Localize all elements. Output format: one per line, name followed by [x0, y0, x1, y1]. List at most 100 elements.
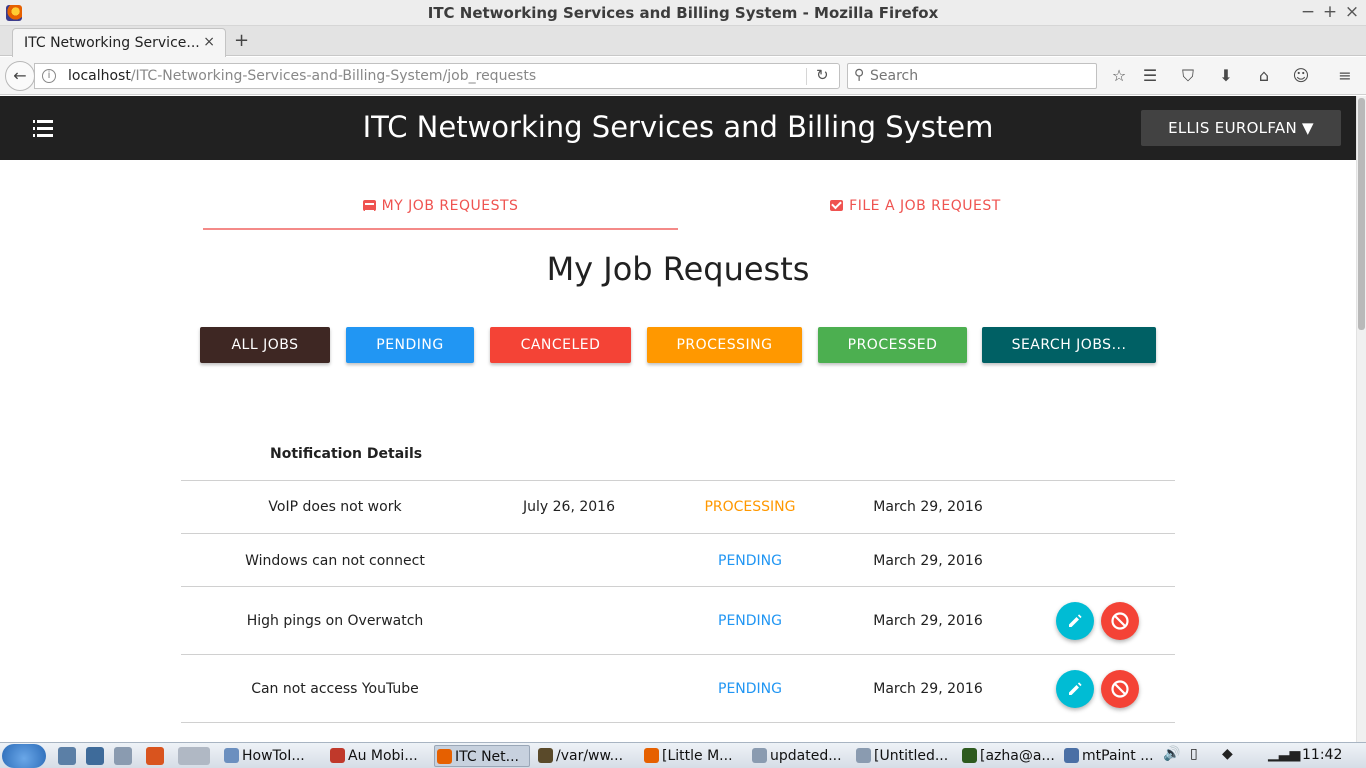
page-title: My Job Requests — [546, 250, 810, 288]
task-button[interactable]: mtPaint ... — [1062, 745, 1160, 767]
column-header-notification-details: Notification Details — [270, 446, 423, 462]
filter-processing-button[interactable]: PROCESSING — [647, 327, 802, 363]
job-status: PENDING — [718, 681, 782, 697]
window-title: ITC Networking Services and Billing Syst… — [427, 4, 939, 22]
block-icon — [1111, 612, 1129, 630]
job-date — [481, 535, 657, 586]
user-menu-button[interactable]: ELLIS EUROLFAN ▼ — [1141, 110, 1341, 146]
bookmark-star-icon[interactable]: ☆ — [1108, 65, 1130, 87]
file-manager-icon[interactable] — [58, 747, 76, 765]
pocket-icon[interactable]: ⛉ — [1177, 65, 1199, 87]
search-bar[interactable]: ⚲ — [847, 63, 1097, 89]
volume-icon[interactable]: 🔊 — [1163, 746, 1180, 762]
clock[interactable]: 11:42 — [1302, 747, 1342, 763]
job-filed-date: March 29, 2016 — [873, 681, 983, 697]
desktop-icon[interactable] — [86, 747, 104, 765]
job-title: Can not access YouTube — [251, 681, 419, 697]
pencil-icon — [1069, 614, 1082, 627]
cancel-job-button[interactable] — [1101, 670, 1139, 708]
battery-icon[interactable]: ▯ — [1190, 746, 1198, 762]
job-filed-date: March 29, 2016 — [873, 552, 983, 569]
tab-my-job-requests[interactable]: MY JOB REQUESTS — [203, 186, 678, 230]
taskbar: HowToI... Au Mobi... ITC Net... /var/ww.… — [0, 742, 1366, 768]
table-header: Notification Details — [181, 436, 1175, 481]
maximize-button[interactable]: + — [1320, 2, 1340, 22]
start-menu-button[interactable] — [2, 744, 46, 768]
job-title: VoIP does not work — [268, 499, 402, 515]
job-status: PROCESSING — [704, 499, 796, 515]
task-button[interactable]: Au Mobi... — [328, 745, 428, 767]
scrollbar-thumb[interactable] — [1358, 98, 1365, 330]
search-input[interactable] — [870, 67, 1090, 85]
job-date — [481, 588, 657, 654]
window-title-bar: ITC Networking Services and Billing Syst… — [0, 0, 1366, 26]
task-button[interactable]: updated... — [750, 745, 848, 767]
job-title: Windows can not connect — [245, 552, 425, 569]
url-bar[interactable]: i localhost/ITC-Networking-Services-and-… — [34, 63, 840, 89]
window-icon[interactable] — [114, 747, 132, 765]
browser-tab-label: ITC Networking Service... — [24, 35, 199, 51]
url-separator — [806, 68, 807, 85]
task-button[interactable]: /var/ww... — [536, 745, 636, 767]
download-icon[interactable]: ⬇ — [1215, 65, 1237, 87]
job-filed-date: March 29, 2016 — [873, 613, 983, 629]
job-status: PENDING — [718, 613, 782, 629]
home-icon[interactable]: ⌂ — [1253, 65, 1275, 87]
task-button[interactable]: ITC Net... — [434, 745, 530, 767]
tab-label: MY JOB REQUESTS — [381, 198, 519, 214]
search-jobs-button[interactable]: SEARCH JOBS... — [982, 327, 1156, 363]
pencil-icon — [1069, 682, 1082, 695]
job-title: High pings on Overwatch — [246, 613, 424, 629]
filter-pending-button[interactable]: PENDING — [346, 327, 474, 363]
back-arrow-icon: ← — [13, 66, 27, 85]
edit-job-button[interactable] — [1056, 602, 1094, 640]
chat-bubble-icon[interactable]: ☺ — [1290, 65, 1312, 87]
edit-job-button[interactable] — [1056, 670, 1094, 708]
back-button[interactable]: ← — [5, 61, 35, 91]
url-text[interactable]: localhost/ITC-Networking-Services-and-Bi… — [68, 68, 536, 84]
page-scrollbar[interactable] — [1356, 96, 1366, 742]
table-row[interactable]: Can not access YouTube PENDING March 29,… — [181, 656, 1175, 723]
page-tabs: MY JOB REQUESTS FILE A JOB REQUEST — [203, 186, 1153, 232]
mail-icon — [830, 200, 844, 211]
task-button[interactable]: [Little M... — [642, 745, 744, 767]
hamburger-menu-icon[interactable]: ≡ — [1334, 65, 1356, 87]
url-host: localhost — [68, 68, 131, 84]
filter-canceled-button[interactable]: CANCELED — [490, 327, 631, 363]
job-date — [481, 656, 657, 722]
table-row[interactable]: VoIP does not work July 26, 2016 PROCESS… — [181, 481, 1175, 534]
task-button[interactable]: [azha@a... — [960, 745, 1058, 767]
tab-label: FILE A JOB REQUEST — [849, 198, 1001, 214]
reading-list-icon[interactable]: ☰ — [1139, 65, 1161, 87]
workspace-icon[interactable] — [178, 747, 210, 765]
job-status: PENDING — [718, 552, 782, 569]
url-path: /ITC-Networking-Services-and-Billing-Sys… — [130, 68, 537, 84]
active-tab-indicator — [203, 228, 678, 230]
job-filed-date: March 29, 2016 — [873, 499, 983, 515]
alert-icon[interactable]: ◆ — [1222, 746, 1233, 762]
reload-icon[interactable]: ↻ — [816, 66, 829, 84]
browser-tab-strip: ITC Networking Service... × + — [0, 26, 1366, 57]
minimize-button[interactable]: − — [1298, 2, 1318, 22]
tab-close-icon[interactable]: × — [203, 34, 215, 50]
tab-file-job-request[interactable]: FILE A JOB REQUEST — [678, 186, 1153, 230]
firefox-launcher-icon[interactable] — [146, 747, 164, 765]
job-date: July 26, 2016 — [523, 499, 615, 515]
app-header: ITC Networking Services and Billing Syst… — [0, 96, 1356, 160]
cancel-job-button[interactable] — [1101, 602, 1139, 640]
block-icon — [1111, 680, 1129, 698]
network-signal-icon[interactable]: ▁▃▅ — [1268, 746, 1300, 762]
web-page: ITC Networking Services and Billing Syst… — [0, 96, 1356, 742]
info-icon[interactable]: i — [42, 69, 56, 83]
close-window-button[interactable]: × — [1342, 2, 1362, 22]
table-row[interactable]: Windows can not connect PENDING March 29… — [181, 535, 1175, 587]
browser-tab[interactable]: ITC Networking Service... × — [12, 28, 226, 57]
new-tab-button[interactable]: + — [234, 30, 249, 51]
browser-nav-bar: i localhost/ITC-Networking-Services-and-… — [0, 57, 1366, 95]
search-icon: ⚲ — [854, 67, 865, 83]
filter-processed-button[interactable]: PROCESSED — [818, 327, 967, 363]
task-button[interactable]: [Untitled... — [854, 745, 954, 767]
task-button[interactable]: HowToI... — [222, 745, 322, 767]
filter-all-jobs-button[interactable]: ALL JOBS — [200, 327, 330, 363]
table-row[interactable]: High pings on Overwatch PENDING March 29… — [181, 588, 1175, 655]
